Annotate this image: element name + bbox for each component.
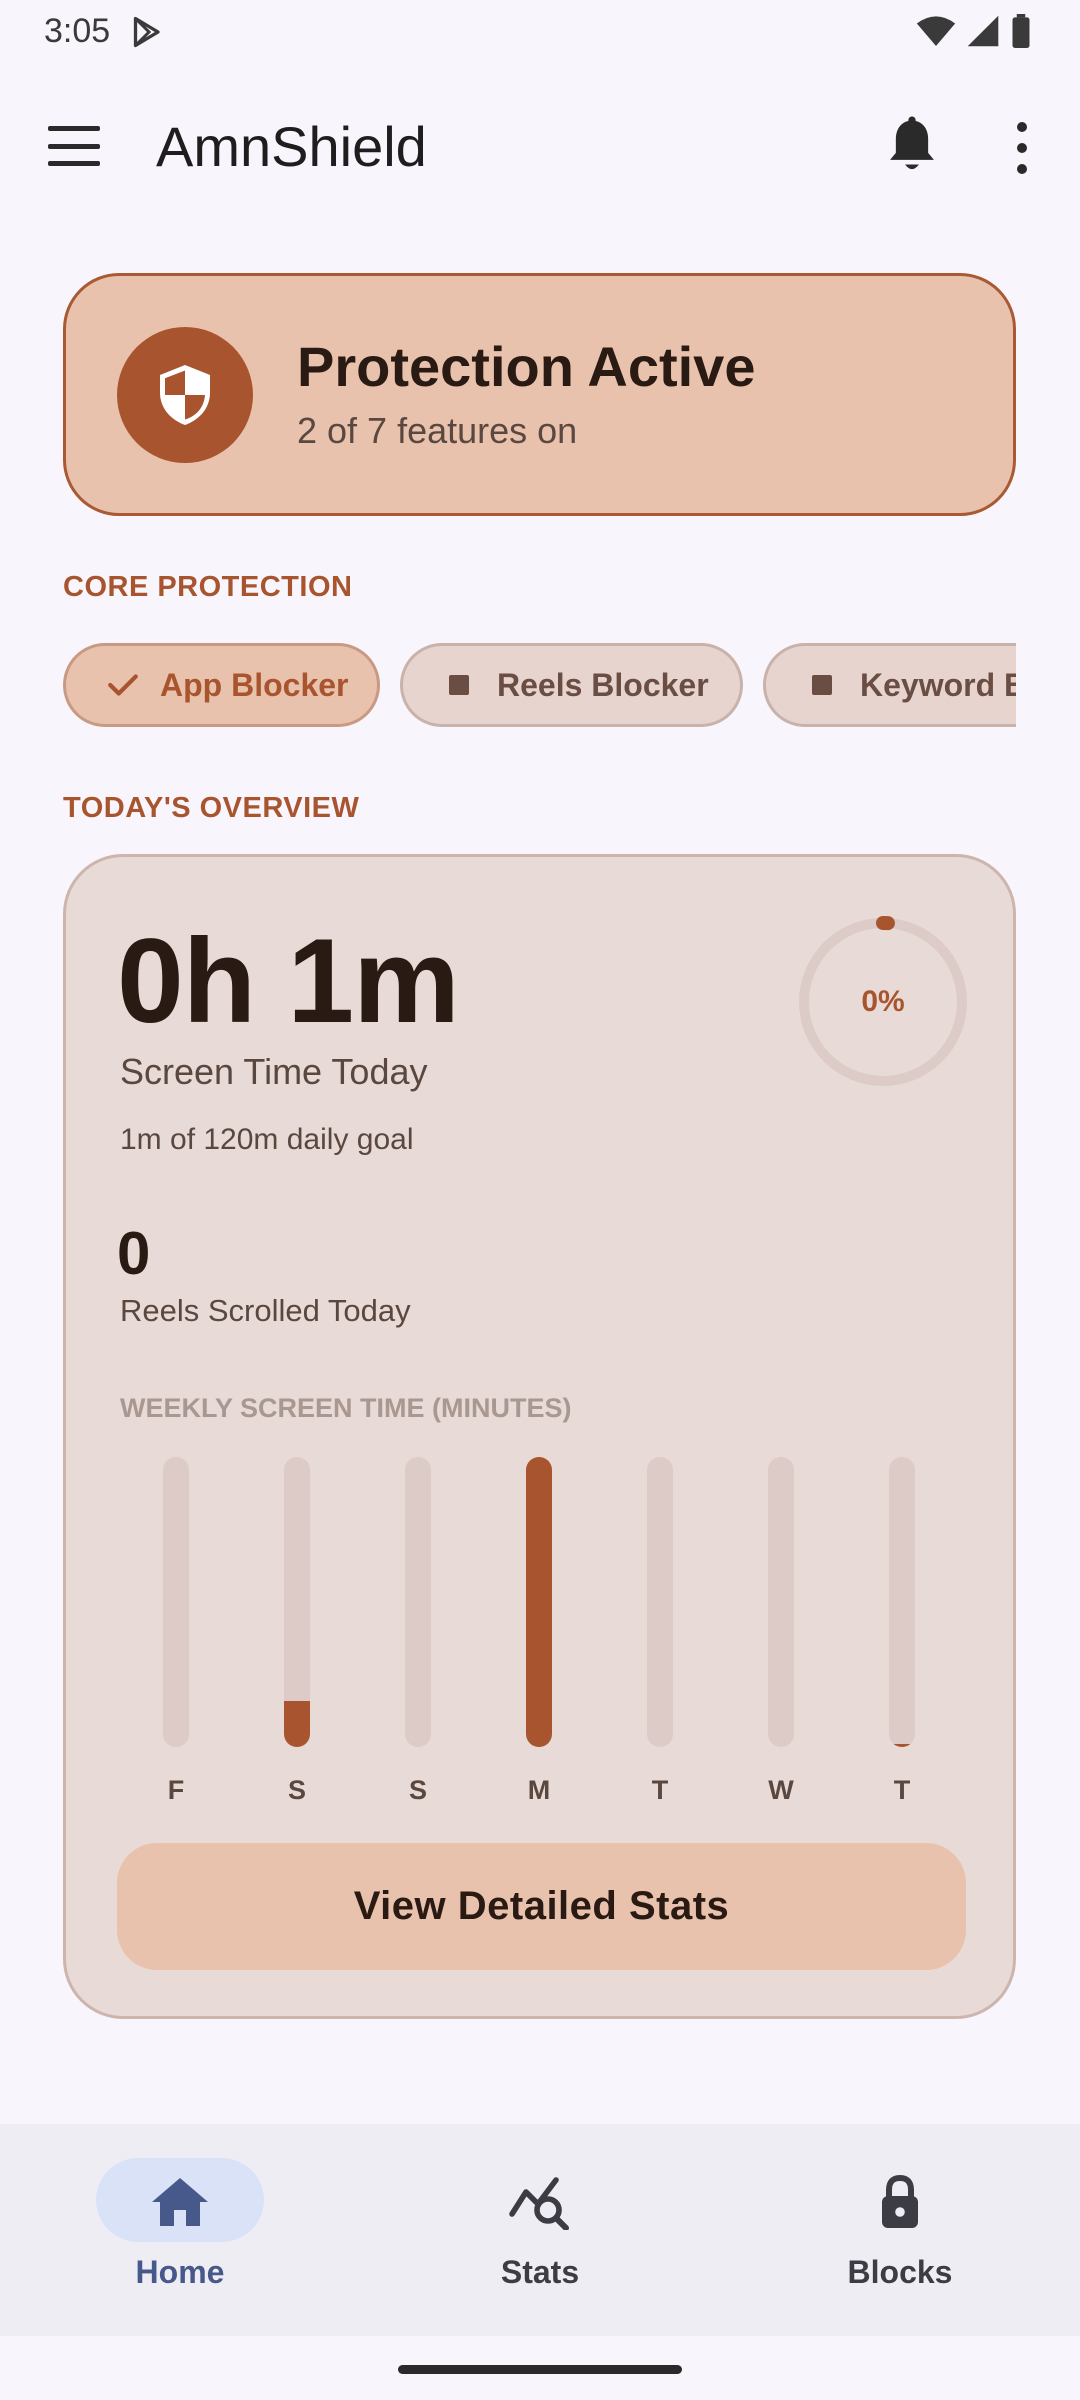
more-dot [1017, 143, 1027, 153]
bar-track-3 [526, 1457, 552, 1747]
bar-day-label-2: S [408, 1775, 427, 1805]
bar-track-1 [284, 1457, 310, 1747]
menu-icon-line [48, 161, 100, 166]
bar-6 [889, 1744, 915, 1747]
chip-label: Reels Blocker [497, 666, 709, 703]
core-protection-heading: CORE PROTECTION [63, 571, 353, 603]
system-icons [916, 14, 1032, 48]
status-bar: 3:05 [0, 0, 1080, 64]
bar-day-label-5: W [768, 1775, 794, 1805]
nav-home[interactable]: Home [0, 2124, 360, 2336]
signal-icon [967, 15, 999, 47]
stop-square-icon [449, 675, 469, 695]
menu-icon-line [48, 126, 100, 131]
menu-icon-line [48, 143, 100, 149]
nav-stats[interactable]: Stats [360, 2124, 720, 2336]
app-title: AmnShield [156, 115, 427, 178]
notifications-bell-icon[interactable] [884, 116, 940, 176]
nav-label: Stats [500, 2254, 580, 2290]
protection-title: Protection Active [297, 335, 756, 398]
chip-reels-blocker[interactable]: Reels Blocker [400, 643, 743, 727]
bar-track-5 [768, 1457, 794, 1747]
bar-track-0 [163, 1457, 189, 1747]
bar-track-2 [405, 1457, 431, 1747]
nav-blocks[interactable]: Blocks [720, 2124, 1080, 2336]
shield-badge [117, 327, 253, 463]
home-gesture-bar[interactable] [398, 2365, 682, 2374]
home-icon [152, 2178, 208, 2226]
todays-overview-heading: TODAY'S OVERVIEW [63, 792, 360, 824]
protection-subtitle: 2 of 7 features on [297, 410, 578, 451]
stop-square-icon [812, 675, 832, 695]
nav-label: Home [135, 2254, 225, 2290]
status-time: 3:05 [44, 12, 111, 50]
chip-label: App Blocker [160, 666, 349, 703]
bar-3 [526, 1457, 552, 1747]
bottom-navigation: Home Stats Blocks [0, 2124, 1080, 2336]
bar-1 [284, 1700, 310, 1747]
bar-day-label-3: M [527, 1775, 551, 1805]
protection-status-card[interactable]: Protection Active 2 of 7 features on [63, 273, 1016, 516]
play-store-icon [133, 16, 160, 48]
more-dot [1017, 122, 1027, 132]
menu-button[interactable] [44, 120, 104, 172]
shield-icon [160, 365, 210, 425]
bar-track-6 [889, 1457, 915, 1747]
bar-day-label-4: T [651, 1775, 669, 1805]
checkmark-icon [108, 674, 138, 696]
bar-day-label-6: T [893, 1775, 911, 1805]
app-bar: AmnShield [0, 96, 1080, 196]
bar-day-label-1: S [287, 1775, 306, 1805]
chip-label: Keyword B [860, 666, 1016, 703]
more-options-button[interactable] [1000, 118, 1044, 178]
view-detailed-stats-button[interactable]: View Detailed Stats [117, 1843, 966, 1970]
bar-day-label-0: F [167, 1775, 185, 1805]
feature-chips: App Blocker Reels Blocker Keyword B [63, 643, 1016, 727]
lock-icon [882, 2174, 918, 2228]
more-dot [1017, 164, 1027, 174]
battery-icon [1012, 14, 1030, 48]
nav-label: Blocks [847, 2254, 953, 2290]
stats-search-icon [509, 2177, 569, 2230]
overview-card: 0h 1m Screen Time Today 1m of 120m daily… [63, 854, 1016, 2019]
chip-keyword-blocker[interactable]: Keyword B [763, 643, 1016, 727]
bar-track-4 [647, 1457, 673, 1747]
wifi-icon [916, 16, 956, 46]
chip-app-blocker[interactable]: App Blocker [63, 643, 380, 727]
